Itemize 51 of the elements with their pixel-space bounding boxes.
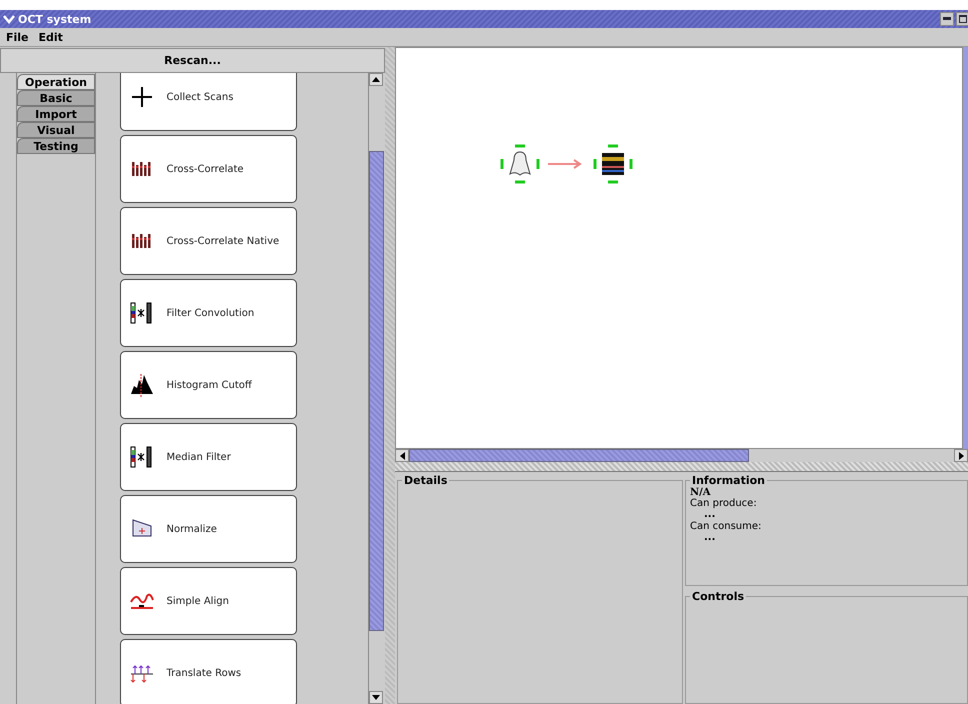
info-value: ...	[703, 509, 716, 521]
right-arrow-icon	[958, 452, 964, 460]
scrollbar[interactable]	[395, 449, 968, 462]
minimize-button[interactable]	[940, 12, 954, 26]
panel-title: Details	[403, 474, 448, 487]
arrow	[548, 159, 582, 169]
info-heading: N/A	[690, 487, 712, 498]
scroll-right-button[interactable]	[954, 449, 968, 462]
tool-card[interactable]: Simple Align	[120, 567, 296, 635]
tab[interactable]: Operation	[17, 74, 95, 90]
tool-card[interactable]: Median Filter	[120, 423, 296, 491]
tool-card[interactable]: Cross-Correlate Native	[120, 207, 296, 275]
chevron-icon[interactable]	[3, 14, 15, 24]
tool-card[interactable]: Collect Scans	[120, 73, 296, 131]
panel-title: Information	[691, 474, 766, 487]
left-arrow-icon	[400, 452, 404, 460]
maximize-icon	[959, 15, 967, 23]
scroll-left-button[interactable]	[395, 449, 409, 462]
tab[interactable]: Testing	[17, 138, 95, 154]
tab[interactable]: Basic	[17, 90, 95, 106]
info-label: Can produce:	[690, 498, 758, 509]
info-label: Can consume:	[690, 521, 762, 532]
scroll-down-button[interactable]	[369, 691, 383, 704]
menu-item[interactable]: Edit	[38, 30, 63, 44]
scroll-up-button[interactable]	[369, 73, 383, 86]
maximize-button[interactable]	[956, 12, 968, 26]
tool-card[interactable]: Translate Rows	[120, 639, 296, 704]
tab[interactable]: Import	[17, 106, 95, 122]
scroll-thumb[interactable]	[369, 151, 384, 631]
tab[interactable]: Visual	[17, 122, 95, 138]
image-node-icon[interactable]	[593, 144, 633, 184]
scrollbar[interactable]	[368, 73, 384, 704]
window-title: OCT system	[18, 12, 92, 26]
up-arrow-icon	[372, 77, 380, 82]
tool-card[interactable]: Cross-Correlate	[120, 135, 296, 203]
rescan-button[interactable]: Rescan...	[0, 48, 385, 73]
scroll-thumb[interactable]	[409, 449, 749, 462]
tool-card[interactable]: Normalize	[120, 495, 296, 563]
filter-icon	[128, 444, 154, 470]
panel-title: Controls	[691, 590, 746, 603]
tool-card[interactable]: Filter Convolution	[120, 279, 296, 347]
split-handle[interactable]	[385, 47, 395, 704]
histogram-icon	[128, 372, 154, 398]
split-handle[interactable]	[395, 462, 968, 472]
tool-card[interactable]: Histogram Cutoff	[120, 351, 296, 419]
down-arrow-icon	[372, 695, 380, 700]
filter-icon	[128, 300, 154, 326]
minimize-icon	[943, 17, 951, 21]
menu-item[interactable]: File	[6, 30, 29, 44]
ghost-node-icon[interactable]	[500, 144, 540, 184]
info-value: ...	[703, 532, 716, 544]
